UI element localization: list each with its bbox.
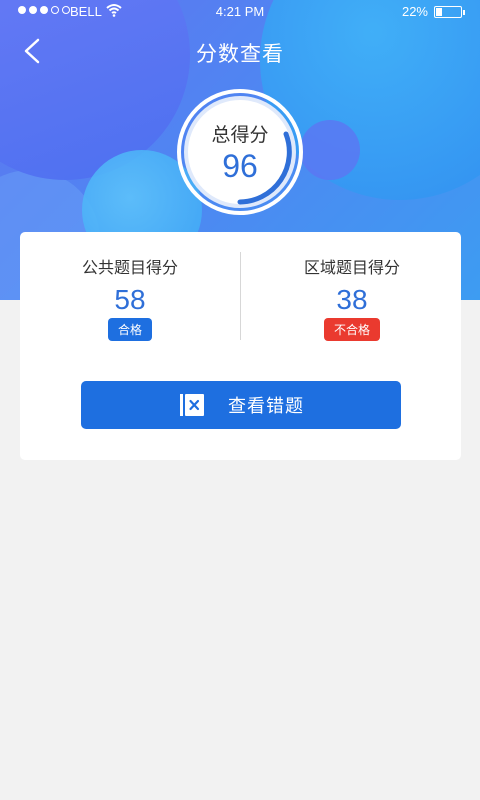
public-score-value: 58: [114, 284, 146, 315]
total-score-ring: 总得分 96: [176, 88, 304, 216]
decor-bubble: [300, 120, 360, 180]
battery-percent: 22%: [401, 4, 428, 19]
page-title: 分数查看: [196, 42, 284, 66]
view-wrong-answers-label: 查看错题: [228, 396, 304, 417]
public-score-section: 公共题目得分 58 合格: [30, 254, 230, 341]
score-card: 公共题目得分 58 合格 区域题目得分 38 不合格 查看错题: [20, 232, 461, 460]
regional-score-value: 38: [336, 284, 368, 315]
fail-badge: 不合格: [323, 318, 380, 341]
pass-badge: 合格: [107, 318, 152, 341]
status-bar: BELL 4:21 PM 22%: [0, 0, 480, 24]
regional-score-label: 区域题目得分: [303, 258, 400, 277]
divider: [240, 252, 241, 340]
wrong-book-icon: [180, 394, 204, 416]
regional-score-section: 区域题目得分 38 不合格: [252, 254, 452, 341]
public-score-label: 公共题目得分: [81, 258, 178, 277]
view-wrong-answers-button[interactable]: 查看错题: [81, 381, 401, 429]
total-score-label: 总得分: [211, 124, 269, 146]
total-score-value: 96: [222, 148, 258, 184]
battery-icon: [434, 6, 465, 18]
